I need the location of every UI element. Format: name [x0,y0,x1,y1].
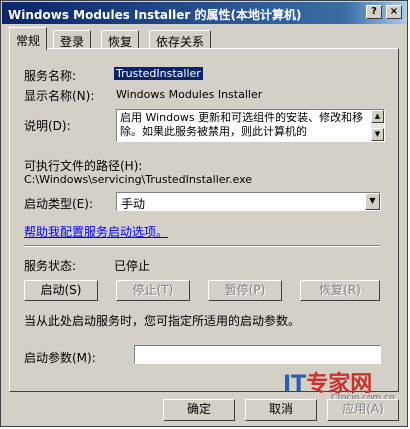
cancel-button[interactable]: 取消 [245,399,317,421]
tab-logon[interactable]: 登录 [53,30,92,49]
chevron-down-icon[interactable]: ▼ [365,193,380,210]
description-scrollbar[interactable]: ▲ ▼ [371,110,384,141]
description-box[interactable]: 启用 Windows 更新和可选组件的安装、修改和移除。如果此服务被禁用，则此计… [116,109,385,142]
params-input[interactable] [134,345,381,364]
tab-recovery[interactable]: 恢复 [101,30,140,49]
help-configure-link[interactable]: 帮助我配置服务启动选项。 [24,223,168,240]
params-label: 启动参数(M): [24,351,96,365]
exe-path-value[interactable]: C:\Windows\servicing\TrustedInstaller.ex… [24,173,252,186]
startup-type-select[interactable]: 手动 ▼ [116,192,381,211]
startup-type-value: 手动 [121,197,146,211]
pause-button[interactable]: 暂停(P) [208,280,282,301]
service-name-label: 服务名称: [24,69,77,83]
display-name-value[interactable]: Windows Modules Installer [116,88,262,101]
exe-path-label: 可执行文件的路径(H): [24,159,143,173]
tab-general[interactable]: 常规 [9,27,48,50]
close-button[interactable]: × [386,5,402,19]
status-label: 服务状态: [24,259,77,273]
help-button[interactable]: ? [366,5,382,19]
description-text: 启用 Windows 更新和可选组件的安装、修改和移除。如果此服务被禁用，则此计… [120,111,364,138]
properties-dialog: Windows Modules Installer 的属性(本地计算机) ? ×… [0,0,408,427]
scroll-down-icon[interactable]: ▼ [371,128,384,141]
description-label: 说明(D): [24,119,71,133]
startup-params-hint: 当从此处启动服务时，您可指定所适用的启动参数。 [24,314,301,328]
title-bar[interactable]: Windows Modules Installer 的属性(本地计算机) ? × [2,2,406,24]
startup-type-label: 启动类型(E): [24,197,93,211]
status-value: 已停止 [114,259,151,273]
service-name-value[interactable]: TrustedInstaller [114,67,203,80]
tab-dependencies[interactable]: 依存关系 [149,30,212,49]
display-name-label: 显示名称(N): [24,89,95,103]
window-title: Windows Modules Installer 的属性(本地计算机) [8,8,302,22]
divider [24,245,380,247]
general-panel: 服务名称: TrustedInstaller 显示名称(N): Windows … [9,48,399,392]
ok-button[interactable]: 确定 [163,399,235,421]
apply-button[interactable]: 应用(A) [327,399,399,421]
scroll-up-icon[interactable]: ▲ [371,110,384,123]
stop-button[interactable]: 停止(T) [116,280,190,301]
start-button[interactable]: 启动(S) [24,280,98,301]
resume-button[interactable]: 恢复(R) [300,280,380,301]
